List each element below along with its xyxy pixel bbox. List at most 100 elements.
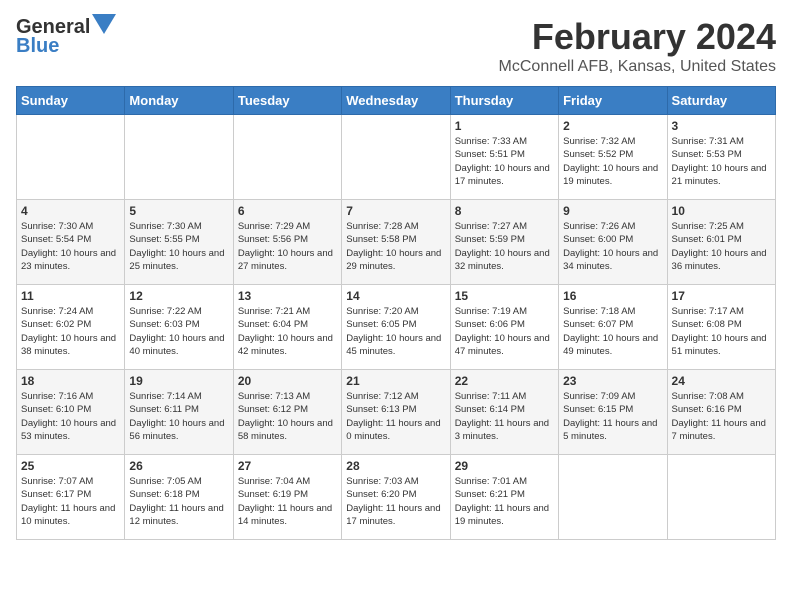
calendar-cell: 8Sunrise: 7:27 AM Sunset: 5:59 PM Daylig… [450,200,558,285]
calendar-cell: 22Sunrise: 7:11 AM Sunset: 6:14 PM Dayli… [450,370,558,455]
day-info: Sunrise: 7:04 AM Sunset: 6:19 PM Dayligh… [238,475,337,528]
calendar-cell [559,455,667,540]
day-info: Sunrise: 7:14 AM Sunset: 6:11 PM Dayligh… [129,390,228,443]
day-info: Sunrise: 7:20 AM Sunset: 6:05 PM Dayligh… [346,305,445,358]
day-info: Sunrise: 7:11 AM Sunset: 6:14 PM Dayligh… [455,390,554,443]
week-row-4: 25 Sunrise: 7:07 AM Sunset: 6:17 PM Dayli… [17,455,776,540]
day-info: Sunrise: 7:30 AM Sunset: 5:54 PM Dayligh… [21,220,120,273]
day-info: Sunrise: 7:21 AM Sunset: 6:04 PM Dayligh… [238,305,337,358]
logo: General Blue [16,16,116,58]
day-number: 21 [346,374,445,388]
weekday-header-wednesday: Wednesday [342,87,450,115]
calendar-cell: 6 Sunrise: 7:29 AM Sunset: 5:56 PM Daylig… [233,200,341,285]
day-number: 20 [238,374,337,388]
day-info: Sunrise: 7:31 AM Sunset: 5:53 PM Dayligh… [672,135,771,188]
day-number: 24 [672,374,771,388]
day-info: Sunrise: 7:01 AM Sunset: 6:21 PM Dayligh… [455,475,554,528]
calendar-cell: 11 Sunrise: 7:24 AM Sunset: 6:02 PM Dayli… [17,285,125,370]
day-number: 16 [563,289,662,303]
calendar-cell: 25 Sunrise: 7:07 AM Sunset: 6:17 PM Dayli… [17,455,125,540]
day-number: 9 [563,204,662,218]
day-number: 10 [672,204,771,218]
day-number: 27 [238,459,337,473]
calendar-cell: 5 Sunrise: 7:30 AM Sunset: 5:55 PM Daylig… [125,200,233,285]
day-info: Sunrise: 7:03 AM Sunset: 6:20 PM Dayligh… [346,475,445,528]
day-info: Sunrise: 7:29 AM Sunset: 5:56 PM Dayligh… [238,220,337,273]
calendar-cell: 27 Sunrise: 7:04 AM Sunset: 6:19 PM Dayli… [233,455,341,540]
day-number: 1 [455,119,554,133]
calendar-cell: 20 Sunrise: 7:13 AM Sunset: 6:12 PM Dayli… [233,370,341,455]
calendar-cell: 15 Sunrise: 7:19 AM Sunset: 6:06 PM Dayli… [450,285,558,370]
day-info: Sunrise: 7:13 AM Sunset: 6:12 PM Dayligh… [238,390,337,443]
day-number: 26 [129,459,228,473]
day-info: Sunrise: 7:26 AM Sunset: 6:00 PM Dayligh… [563,220,662,273]
day-number: 11 [21,289,120,303]
week-row-3: 18 Sunrise: 7:16 AM Sunset: 6:10 PM Dayli… [17,370,776,455]
day-number: 18 [21,374,120,388]
calendar-cell [125,115,233,200]
calendar-cell: 9 Sunrise: 7:26 AM Sunset: 6:00 PM Daylig… [559,200,667,285]
calendar-cell: 29 Sunrise: 7:01 AM Sunset: 6:21 PM Dayli… [450,455,558,540]
calendar-cell: 16 Sunrise: 7:18 AM Sunset: 6:07 PM Dayli… [559,285,667,370]
day-number: 25 [21,459,120,473]
day-info: Sunrise: 7:32 AM Sunset: 5:52 PM Dayligh… [563,135,662,188]
day-number: 29 [455,459,554,473]
day-number: 28 [346,459,445,473]
calendar-cell: 10 Sunrise: 7:25 AM Sunset: 6:01 PM Dayli… [667,200,775,285]
day-info: Sunrise: 7:33 AM Sunset: 5:51 PM Dayligh… [455,135,554,188]
day-number: 3 [672,119,771,133]
day-info: Sunrise: 7:07 AM Sunset: 6:17 PM Dayligh… [21,475,120,528]
day-number: 2 [563,119,662,133]
day-info: Sunrise: 7:24 AM Sunset: 6:02 PM Dayligh… [21,305,120,358]
calendar-cell: 4 Sunrise: 7:30 AM Sunset: 5:54 PM Daylig… [17,200,125,285]
weekday-header-friday: Friday [559,87,667,115]
calendar-cell: 28 Sunrise: 7:03 AM Sunset: 6:20 PM Dayli… [342,455,450,540]
calendar-cell: 23 Sunrise: 7:09 AM Sunset: 6:15 PM Dayli… [559,370,667,455]
calendar-cell: 24Sunrise: 7:08 AM Sunset: 6:16 PM Dayli… [667,370,775,455]
calendar-table: SundayMondayTuesdayWednesdayThursdayFrid… [16,86,776,540]
title-area: February 2024 McConnell AFB, Kansas, Uni… [499,16,776,76]
day-info: Sunrise: 7:18 AM Sunset: 6:07 PM Dayligh… [563,305,662,358]
calendar-cell: 3 Sunrise: 7:31 AM Sunset: 5:53 PM Daylig… [667,115,775,200]
day-info: Sunrise: 7:16 AM Sunset: 6:10 PM Dayligh… [21,390,120,443]
day-info: Sunrise: 7:05 AM Sunset: 6:18 PM Dayligh… [129,475,228,528]
week-row-0: 1 Sunrise: 7:33 AM Sunset: 5:51 PM Daylig… [17,115,776,200]
day-info: Sunrise: 7:25 AM Sunset: 6:01 PM Dayligh… [672,220,771,273]
day-info: Sunrise: 7:19 AM Sunset: 6:06 PM Dayligh… [455,305,554,358]
day-number: 13 [238,289,337,303]
calendar-cell: 1 Sunrise: 7:33 AM Sunset: 5:51 PM Daylig… [450,115,558,200]
day-number: 23 [563,374,662,388]
location-title: McConnell AFB, Kansas, United States [499,58,776,76]
calendar-cell [17,115,125,200]
month-title: February 2024 [499,16,776,58]
calendar-cell: 18 Sunrise: 7:16 AM Sunset: 6:10 PM Dayli… [17,370,125,455]
calendar-cell: 21Sunrise: 7:12 AM Sunset: 6:13 PM Dayli… [342,370,450,455]
calendar-cell: 17Sunrise: 7:17 AM Sunset: 6:08 PM Dayli… [667,285,775,370]
weekday-header-monday: Monday [125,87,233,115]
logo-arrow-icon [92,14,116,34]
calendar-cell: 2 Sunrise: 7:32 AM Sunset: 5:52 PM Daylig… [559,115,667,200]
day-number: 19 [129,374,228,388]
day-info: Sunrise: 7:22 AM Sunset: 6:03 PM Dayligh… [129,305,228,358]
logo-blue: Blue [16,35,116,58]
day-number: 4 [21,204,120,218]
day-number: 14 [346,289,445,303]
calendar-cell: 26 Sunrise: 7:05 AM Sunset: 6:18 PM Dayli… [125,455,233,540]
weekday-header-row: SundayMondayTuesdayWednesdayThursdayFrid… [17,87,776,115]
day-number: 5 [129,204,228,218]
day-info: Sunrise: 7:30 AM Sunset: 5:55 PM Dayligh… [129,220,228,273]
day-info: Sunrise: 7:09 AM Sunset: 6:15 PM Dayligh… [563,390,662,443]
page-header: General Blue February 2024 McConnell AFB… [16,16,776,76]
day-number: 12 [129,289,228,303]
calendar-cell: 14 Sunrise: 7:20 AM Sunset: 6:05 PM Dayli… [342,285,450,370]
calendar-cell: 13 Sunrise: 7:21 AM Sunset: 6:04 PM Dayli… [233,285,341,370]
day-number: 15 [455,289,554,303]
day-number: 7 [346,204,445,218]
weekday-header-thursday: Thursday [450,87,558,115]
calendar-cell: 7Sunrise: 7:28 AM Sunset: 5:58 PM Daylig… [342,200,450,285]
calendar-cell: 19 Sunrise: 7:14 AM Sunset: 6:11 PM Dayli… [125,370,233,455]
day-number: 6 [238,204,337,218]
calendar-cell [342,115,450,200]
day-number: 17 [672,289,771,303]
day-number: 8 [455,204,554,218]
